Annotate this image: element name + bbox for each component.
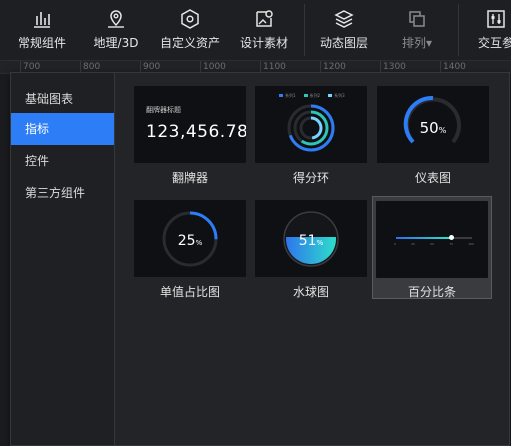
toolbar-label: 动态图层: [319, 36, 368, 50]
legend-item: 系列2: [303, 93, 320, 99]
score-ring-thumbnail: 系列1 系列2 系列3: [255, 86, 367, 163]
legend-item: 系列1: [279, 93, 296, 99]
toolbar-label: 常规组件: [17, 36, 66, 50]
map-pin-icon: [108, 10, 124, 28]
sidebar-item-basic-charts[interactable]: 基础图表: [11, 83, 114, 115]
score-ring-legend: 系列1 系列2 系列3: [279, 93, 345, 99]
toolbar-divider: [304, 4, 305, 56]
percent-bar-thumbnail: 0 25 50 75 100: [376, 201, 488, 278]
toolbar-label: 设计素材: [239, 36, 288, 50]
percent-bar-fill: [396, 237, 452, 239]
liquid-fill-value: 51%: [298, 233, 324, 249]
bar-chart-icon: [34, 12, 50, 28]
toolbar-divider: [458, 4, 459, 56]
hexagon-icon: [181, 9, 199, 29]
toolbar-label: 地理/3D: [93, 36, 139, 50]
sliders-icon: [487, 10, 505, 28]
toolbar-label: 交互参: [477, 36, 511, 50]
sidebar-item-third-party[interactable]: 第三方组件: [11, 177, 114, 209]
toolbar-geo-3d-button[interactable]: 地理/3D: [86, 0, 146, 60]
arrange-icon: [409, 11, 425, 27]
flip-counter-value: 123,456.78: [146, 122, 246, 142]
component-card-liquid-fill[interactable]: 51% 水球图: [255, 200, 367, 300]
component-library-panel: 基础图表 指标 控件 第三方组件 翻牌器标题 123,456.78 翻牌器 系列…: [10, 72, 510, 446]
image-pin-icon: [256, 10, 273, 27]
percent-bar-handle: [449, 235, 454, 240]
category-sidebar: 基础图表 指标 控件 第三方组件: [11, 73, 115, 445]
card-label: 百分比条: [407, 285, 456, 299]
layers-icon: [334, 10, 354, 28]
toolbar-interaction-button[interactable]: 交互参: [466, 0, 511, 60]
component-card-gauge[interactable]: 50% 仪表图: [377, 86, 489, 186]
sidebar-item-indicators[interactable]: 指标: [11, 113, 114, 145]
toolbar-label: 自定义资产: [159, 36, 220, 50]
percent-bar-ticks: 0 25 50 75 100: [394, 242, 474, 246]
legend-item: 系列3: [328, 93, 345, 99]
card-label: 单值占比图: [159, 285, 220, 299]
toolbar-label: 排列▾: [401, 36, 433, 50]
component-card-score-ring[interactable]: 系列1 系列2 系列3 得分环: [255, 86, 367, 186]
component-card-flip-counter[interactable]: 翻牌器标题 123,456.78 翻牌器: [134, 86, 246, 186]
component-card-percent-bar[interactable]: 0 25 50 75 100 百分比条: [372, 196, 492, 299]
gauge-value: 50%: [419, 119, 447, 137]
score-ring-graphic: [287, 104, 335, 152]
ratio-value: 25%: [177, 233, 203, 249]
single-value-ratio-thumbnail: 25%: [134, 200, 246, 277]
card-label: 水球图: [292, 285, 329, 299]
toolbar-common-components-button[interactable]: 常规组件: [6, 0, 78, 60]
card-label: 翻牌器: [171, 171, 208, 185]
toolbar-design-materials-button[interactable]: 设计素材: [234, 0, 294, 60]
card-label: 得分环: [292, 171, 329, 185]
toolbar: 常规组件 地理/3D 自定义资产 设计素材 动态图层 排列▾ 交互参: [0, 0, 511, 61]
gauge-thumbnail: 50%: [377, 86, 489, 163]
toolbar-custom-assets-button[interactable]: 自定义资产: [154, 0, 226, 60]
liquid-fill-thumbnail: 51%: [255, 200, 367, 277]
sidebar-item-controls[interactable]: 控件: [11, 145, 114, 177]
flip-counter-thumbnail: 翻牌器标题 123,456.78: [134, 86, 246, 163]
component-card-single-value-ratio[interactable]: 25% 单值占比图: [134, 200, 246, 300]
flip-counter-title: 翻牌器标题: [146, 106, 181, 114]
card-label: 仪表图: [414, 171, 451, 185]
toolbar-arrange-dropdown[interactable]: 排列▾: [388, 0, 446, 60]
toolbar-dynamic-layers-button[interactable]: 动态图层: [312, 0, 376, 60]
